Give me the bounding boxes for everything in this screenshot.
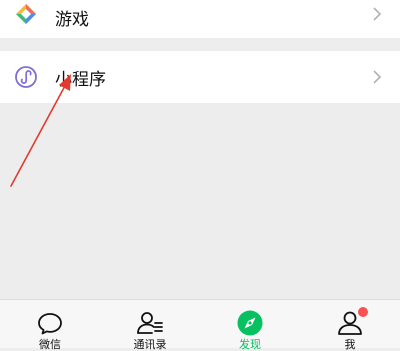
menu-item-mini-programs-label: 小程序 xyxy=(55,70,106,90)
tab-me[interactable]: 我 xyxy=(300,300,400,351)
tab-contacts-label: 通讯录 xyxy=(133,338,167,351)
chevron-right-icon xyxy=(373,7,382,21)
tab-discover-label: 发现 xyxy=(239,338,261,351)
discover-compass-icon xyxy=(237,310,263,336)
menu-item-games-label: 游戏 xyxy=(55,10,89,30)
chat-bubble-icon xyxy=(38,313,62,335)
notification-badge xyxy=(358,307,368,317)
tab-contacts[interactable]: 通讯录 xyxy=(100,300,200,351)
menu-item-mini-programs[interactable]: 小程序 xyxy=(0,51,400,103)
tab-chats-label: 微信 xyxy=(39,338,61,351)
chevron-right-icon xyxy=(373,70,382,84)
tab-me-label: 我 xyxy=(344,338,356,351)
tab-chats[interactable]: 微信 xyxy=(0,300,100,351)
mini-program-icon xyxy=(15,66,37,88)
bottom-tab-bar: 微信 通讯录 发现 我 xyxy=(0,299,400,351)
contacts-icon xyxy=(137,312,163,334)
games-diamond-icon xyxy=(16,4,36,24)
tab-discover[interactable]: 发现 xyxy=(200,300,300,351)
menu-item-games[interactable]: 游戏 xyxy=(0,0,400,38)
